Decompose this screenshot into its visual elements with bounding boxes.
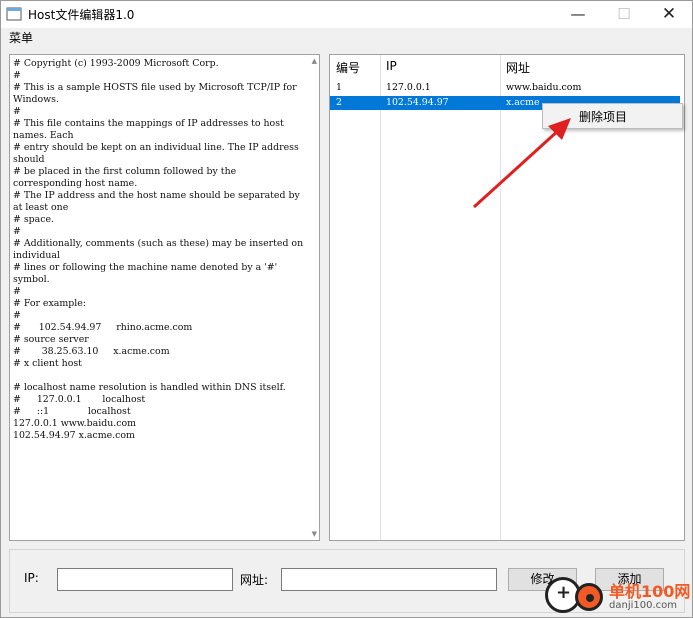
table-row[interactable]: 1 127.0.0.1 www.baidu.com xyxy=(330,81,680,95)
column-divider xyxy=(500,55,501,540)
url-label: 网址: xyxy=(240,573,269,587)
menu-item-main[interactable]: 菜单 xyxy=(9,29,33,46)
ip-input[interactable] xyxy=(57,568,233,591)
row-url-cell: x.acme xyxy=(506,97,540,108)
watermark-logo: + 单机100网 danji100.com xyxy=(545,574,691,618)
scroll-down-icon[interactable]: ▼ xyxy=(312,530,317,538)
hosts-file-editor[interactable]: # Copyright (c) 1993-2009 Microsoft Corp… xyxy=(9,54,320,541)
row-url-cell: www.baidu.com xyxy=(506,82,582,93)
row-ip-cell: 102.54.94.97 xyxy=(386,97,449,108)
row-num-cell: 1 xyxy=(336,82,342,93)
app-window-icon xyxy=(6,7,22,21)
column-header-num[interactable]: 编号 xyxy=(336,59,360,76)
url-input[interactable] xyxy=(281,568,497,591)
watermark-text: 单机100网 xyxy=(609,582,691,601)
hosts-file-text[interactable]: # Copyright (c) 1993-2009 Microsoft Corp… xyxy=(13,58,305,442)
column-divider xyxy=(380,55,381,540)
row-ip-cell: 127.0.0.1 xyxy=(386,82,431,93)
maximize-button[interactable]: ☐ xyxy=(601,1,647,28)
scroll-up-icon[interactable]: ▲ xyxy=(312,57,317,65)
window-title: Host文件编辑器1.0 xyxy=(28,8,135,22)
title-bar[interactable]: Host文件编辑器1.0 — ☐ ✕ xyxy=(1,1,692,28)
minimize-button[interactable]: — xyxy=(555,1,601,28)
menu-bar: 菜单 xyxy=(1,28,692,48)
watermark-url: danji100.com xyxy=(609,600,677,611)
context-menu-item-delete[interactable]: 删除项目 xyxy=(579,108,627,125)
column-header-url[interactable]: 网址 xyxy=(506,59,530,76)
ip-label: IP: xyxy=(24,571,39,585)
table-header: 编号 IP 网址 xyxy=(330,55,684,80)
column-header-ip[interactable]: IP xyxy=(386,59,397,73)
row-num-cell: 2 xyxy=(336,97,342,108)
close-button[interactable]: ✕ xyxy=(646,1,692,28)
context-menu: 删除项目 xyxy=(542,103,683,129)
